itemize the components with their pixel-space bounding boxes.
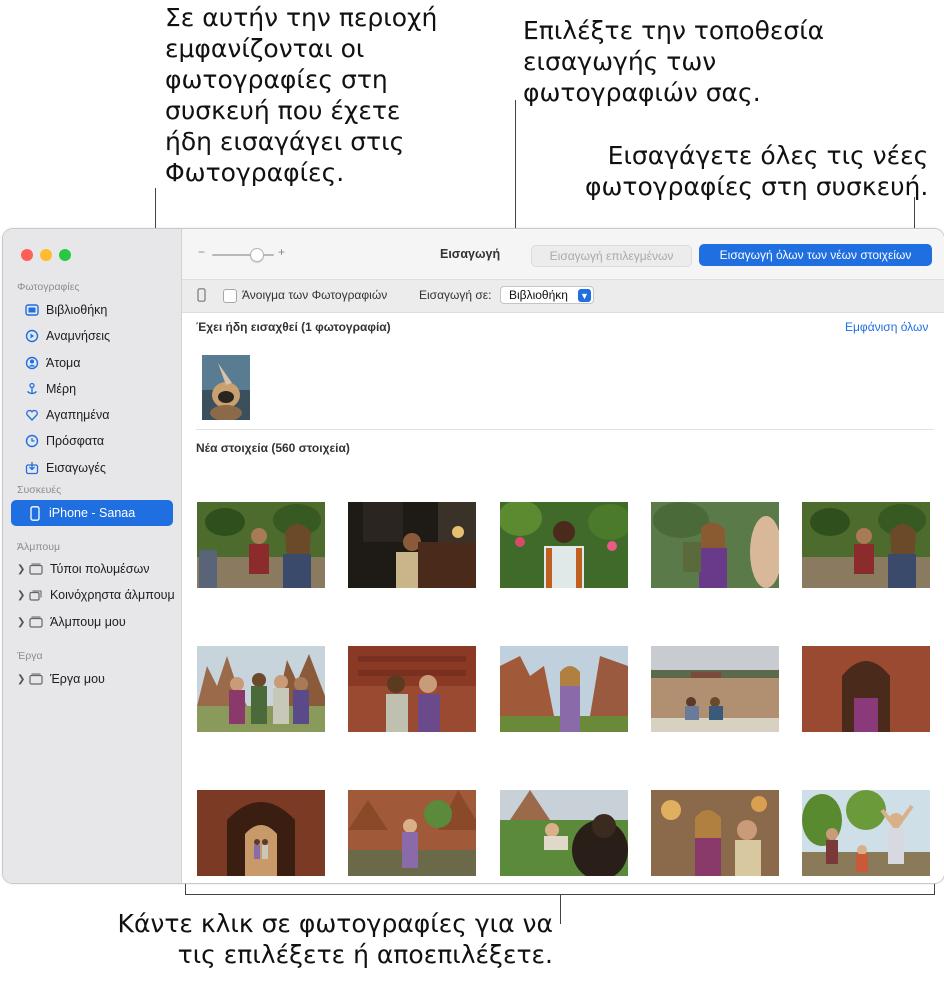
photo-thumbnail[interactable] bbox=[197, 790, 325, 876]
chevron-right-icon[interactable]: ❯ bbox=[17, 674, 25, 685]
callout-imported-area: Σε αυτήν την περιοχή εμφανίζονται οι φωτ… bbox=[165, 3, 438, 187]
sidebar-item-label: Εισαγωγές bbox=[46, 461, 106, 475]
people-icon bbox=[25, 356, 39, 370]
sidebar-item-label: Πρόσφατα bbox=[46, 434, 105, 448]
places-icon bbox=[25, 382, 39, 396]
callout-import-location: Επιλέξτε την τοποθεσία εισαγωγής των φωτ… bbox=[523, 16, 825, 107]
section-photos: Φωτογραφίες bbox=[17, 281, 80, 293]
sidebar: Φωτογραφίες Βιβλιοθήκη Αναμνήσεις Άτομα … bbox=[3, 229, 182, 883]
sidebar-item-media-types[interactable]: ❯ Τύποι πολυμέσων bbox=[17, 558, 149, 580]
folder-icon bbox=[29, 562, 43, 576]
folder-icon bbox=[29, 672, 43, 686]
sidebar-item-label: Τύποι πολυμέσων bbox=[50, 562, 150, 576]
import-options-bar: Άνοιγμα των Φωτογραφιών Εισαγωγή σε: Βιβ… bbox=[182, 279, 944, 313]
sidebar-item-places[interactable]: Μέρη bbox=[25, 378, 76, 400]
slider-track bbox=[212, 254, 274, 256]
already-imported-heading: Έχει ήδη εισαχθεί (1 φωτογραφία) bbox=[196, 320, 391, 334]
clock-icon bbox=[25, 434, 39, 448]
close-button[interactable] bbox=[21, 249, 33, 261]
photo-thumbnail[interactable] bbox=[348, 646, 476, 732]
photo-thumbnail[interactable] bbox=[651, 502, 779, 588]
chevron-right-icon[interactable]: ❯ bbox=[17, 590, 25, 601]
import-all-new-button[interactable]: Εισαγωγή όλων των νέων στοιχείων bbox=[699, 244, 932, 266]
photo-thumbnail[interactable] bbox=[802, 790, 930, 876]
toolbar: − + Εισαγωγή Εισαγωγή επιλεγμένων Εισαγω… bbox=[182, 229, 944, 279]
sidebar-item-label: Άτομα bbox=[46, 356, 81, 370]
photo-thumbnail[interactable] bbox=[802, 502, 930, 588]
minimize-button[interactable] bbox=[40, 249, 52, 261]
chevron-right-icon[interactable]: ❯ bbox=[17, 617, 25, 628]
sidebar-item-label: Αναμνήσεις bbox=[46, 329, 111, 343]
callout-import-all: Εισαγάγετε όλες τις νέες φωτογραφίες στη… bbox=[585, 141, 929, 201]
folder-icon bbox=[29, 615, 43, 629]
sidebar-item-iphone[interactable]: iPhone - Sanaa bbox=[11, 500, 173, 526]
photo-thumbnail[interactable] bbox=[197, 502, 325, 588]
photo-thumbnail[interactable] bbox=[500, 502, 628, 588]
section-devices: Συσκευές bbox=[17, 484, 62, 496]
photo-thumbnail[interactable] bbox=[651, 790, 779, 876]
sidebar-item-label: Έργα μου bbox=[50, 672, 105, 686]
sidebar-item-library[interactable]: Βιβλιοθήκη bbox=[25, 299, 107, 321]
sidebar-item-label: Μέρη bbox=[46, 382, 77, 396]
photo-thumbnail[interactable] bbox=[802, 646, 930, 732]
sidebar-item-memories[interactable]: Αναμνήσεις bbox=[25, 325, 110, 347]
shared-album-icon bbox=[29, 588, 43, 602]
leader-line-bracket bbox=[934, 884, 935, 895]
photo-thumbnail[interactable] bbox=[348, 790, 476, 876]
sidebar-item-people[interactable]: Άτομα bbox=[25, 352, 81, 374]
sidebar-item-label: iPhone - Sanaa bbox=[49, 506, 136, 520]
zoom-button[interactable] bbox=[59, 249, 71, 261]
zoom-out-icon[interactable]: − bbox=[198, 245, 205, 259]
new-items-heading: Νέα στοιχεία (560 στοιχεία) bbox=[196, 441, 350, 455]
import-selected-button[interactable]: Εισαγωγή επιλεγμένων bbox=[531, 245, 692, 267]
select-value: Βιβλιοθήκη bbox=[509, 288, 568, 302]
photo-thumbnail[interactable] bbox=[348, 502, 476, 588]
main-content: − + Εισαγωγή Εισαγωγή επιλεγμένων Εισαγω… bbox=[182, 229, 944, 883]
leader-line-bracket bbox=[185, 884, 186, 895]
photo-thumbnail[interactable] bbox=[651, 646, 779, 732]
sidebar-item-shared-albums[interactable]: ❯ Κοινόχρηστα άλμπουμ bbox=[17, 584, 175, 606]
section-divider bbox=[196, 429, 934, 430]
import-destination-select[interactable]: Βιβλιοθήκη ▼ bbox=[500, 286, 594, 304]
slider-knob[interactable] bbox=[250, 248, 264, 262]
sidebar-item-imports[interactable]: Εισαγωγές bbox=[25, 457, 106, 479]
photo-thumbnail[interactable] bbox=[197, 646, 325, 732]
toolbar-title: Εισαγωγή bbox=[440, 247, 501, 261]
library-icon bbox=[25, 303, 39, 317]
sidebar-item-recents[interactable]: Πρόσφατα bbox=[25, 430, 104, 452]
chevron-right-icon[interactable]: ❯ bbox=[17, 564, 25, 575]
callout-click-photos: Κάντε κλικ σε φωτογραφίες για να τις επι… bbox=[117, 909, 553, 969]
iphone-icon bbox=[197, 288, 206, 307]
open-photos-checkbox[interactable] bbox=[223, 289, 237, 303]
import-to-label: Εισαγωγή σε: bbox=[419, 288, 492, 302]
photo-thumbnail[interactable] bbox=[500, 790, 628, 876]
sidebar-item-my-albums[interactable]: ❯ Άλμπουμ μου bbox=[17, 611, 126, 633]
photos-import-window: Φωτογραφίες Βιβλιοθήκη Αναμνήσεις Άτομα … bbox=[2, 228, 944, 884]
zoom-slider[interactable]: − + bbox=[198, 245, 288, 263]
section-projects: Έργα bbox=[17, 650, 43, 662]
chevron-down-icon: ▼ bbox=[578, 289, 591, 302]
sidebar-item-label: Άλμπουμ μου bbox=[50, 615, 126, 629]
sidebar-item-my-projects[interactable]: ❯ Έργα μου bbox=[17, 668, 105, 690]
open-photos-label: Άνοιγμα των Φωτογραφιών bbox=[242, 288, 388, 302]
heart-icon bbox=[25, 408, 39, 422]
sidebar-item-favorites[interactable]: Αγαπημένα bbox=[25, 404, 109, 426]
photo-thumbnail[interactable] bbox=[500, 646, 628, 732]
zoom-in-icon[interactable]: + bbox=[278, 245, 285, 259]
iphone-icon bbox=[28, 505, 42, 521]
imported-photo-dog[interactable] bbox=[202, 355, 250, 420]
leader-line-bracket bbox=[560, 894, 561, 924]
section-albums: Άλμπουμ bbox=[17, 541, 61, 553]
sidebar-item-label: Αγαπημένα bbox=[46, 408, 110, 422]
sidebar-item-label: Βιβλιοθήκη bbox=[46, 303, 108, 317]
show-all-link[interactable]: Εμφάνιση όλων bbox=[845, 320, 928, 334]
memories-icon bbox=[25, 329, 39, 343]
sidebar-item-label: Κοινόχρηστα άλμπουμ bbox=[50, 588, 175, 602]
import-icon bbox=[25, 461, 39, 475]
